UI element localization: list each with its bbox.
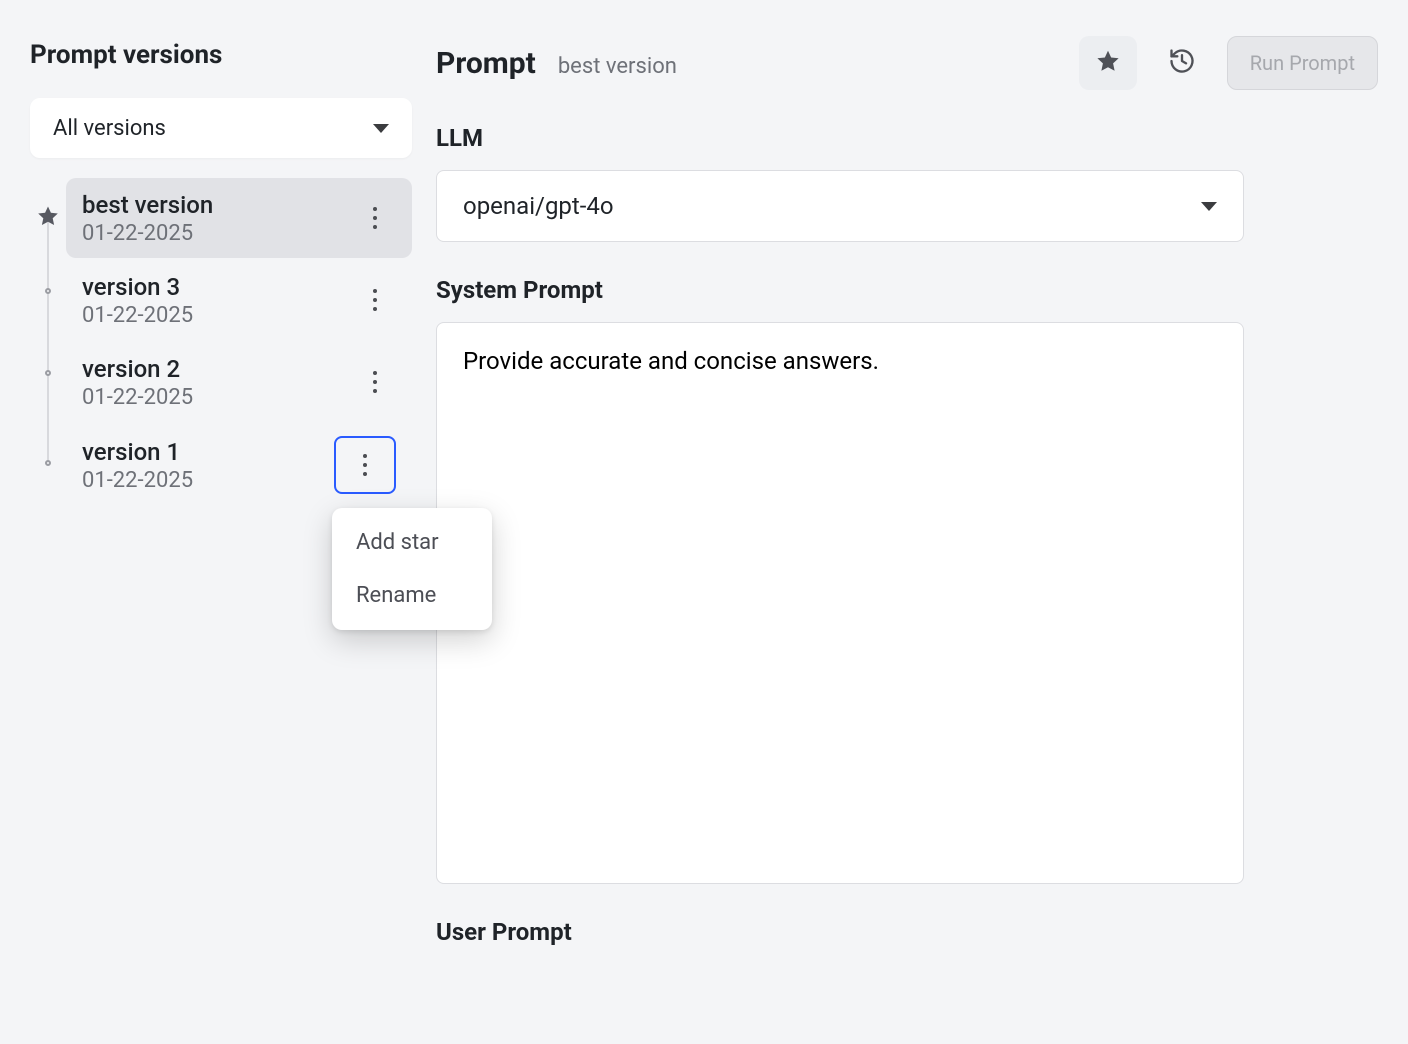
page-subtitle: best version [558, 54, 677, 79]
caret-down-icon [373, 124, 389, 133]
system-prompt-section: System Prompt [436, 276, 1244, 888]
main-panel: Prompt best version Run P [436, 30, 1378, 1044]
caret-down-icon [1201, 202, 1217, 211]
version-name: version 3 [82, 273, 193, 301]
version-marker [30, 460, 66, 466]
version-item-3[interactable]: version 3 01-22-2025 [66, 260, 412, 340]
system-prompt-input[interactable] [436, 322, 1244, 884]
version-item-2[interactable]: version 2 01-22-2025 [66, 342, 412, 422]
star-icon [1095, 48, 1121, 78]
version-date: 01-22-2025 [82, 385, 193, 410]
version-date: 01-22-2025 [82, 468, 193, 493]
context-menu-add-star[interactable]: Add star [332, 516, 492, 569]
page-title: Prompt [436, 46, 536, 81]
version-filter-label: All versions [53, 116, 166, 141]
sidebar-title: Prompt versions [30, 40, 412, 70]
version-row: version 1 01-22-2025 [30, 424, 412, 506]
history-icon [1168, 47, 1196, 79]
version-list: best version 01-22-2025 version 3 01-22-… [30, 178, 412, 506]
llm-label: LLM [436, 124, 1244, 152]
llm-section: LLM openai/gpt-4o [436, 124, 1244, 242]
context-menu-rename[interactable]: Rename [332, 569, 492, 622]
star-button[interactable] [1079, 36, 1137, 90]
kebab-icon [373, 371, 377, 393]
dot-icon [45, 370, 51, 376]
version-context-menu: Add star Rename [332, 508, 492, 630]
version-row: version 2 01-22-2025 [30, 342, 412, 422]
version-menu-button[interactable] [334, 436, 396, 494]
kebab-icon [373, 207, 377, 229]
version-marker [30, 288, 66, 294]
version-row: version 3 01-22-2025 [30, 260, 412, 340]
version-name: version 2 [82, 355, 193, 383]
version-marker [30, 370, 66, 376]
user-prompt-section: User Prompt [436, 918, 1244, 946]
version-date: 01-22-2025 [82, 221, 213, 246]
version-item-1[interactable]: version 1 01-22-2025 [66, 424, 412, 506]
version-menu-button[interactable] [354, 279, 396, 321]
run-prompt-label: Run Prompt [1250, 51, 1355, 75]
version-name: best version [82, 191, 213, 219]
llm-select[interactable]: openai/gpt-4o [436, 170, 1244, 242]
dot-icon [45, 288, 51, 294]
user-prompt-label: User Prompt [436, 918, 1244, 946]
version-date: 01-22-2025 [82, 303, 193, 328]
star-icon [36, 204, 60, 228]
llm-value: openai/gpt-4o [463, 192, 614, 220]
system-prompt-label: System Prompt [436, 276, 1244, 304]
kebab-icon [373, 289, 377, 311]
history-button[interactable] [1153, 36, 1211, 90]
version-name: version 1 [82, 438, 193, 466]
kebab-icon [363, 454, 367, 476]
version-row: best version 01-22-2025 [30, 178, 412, 258]
sidebar: Prompt versions All versions best versio… [30, 30, 412, 1044]
dot-icon [45, 460, 51, 466]
main-header: Prompt best version Run P [436, 36, 1378, 90]
version-menu-button[interactable] [354, 197, 396, 239]
version-item-best[interactable]: best version 01-22-2025 [66, 178, 412, 258]
version-marker [30, 204, 66, 228]
version-menu-button[interactable] [354, 361, 396, 403]
version-filter-select[interactable]: All versions [30, 98, 412, 158]
run-prompt-button[interactable]: Run Prompt [1227, 36, 1378, 90]
